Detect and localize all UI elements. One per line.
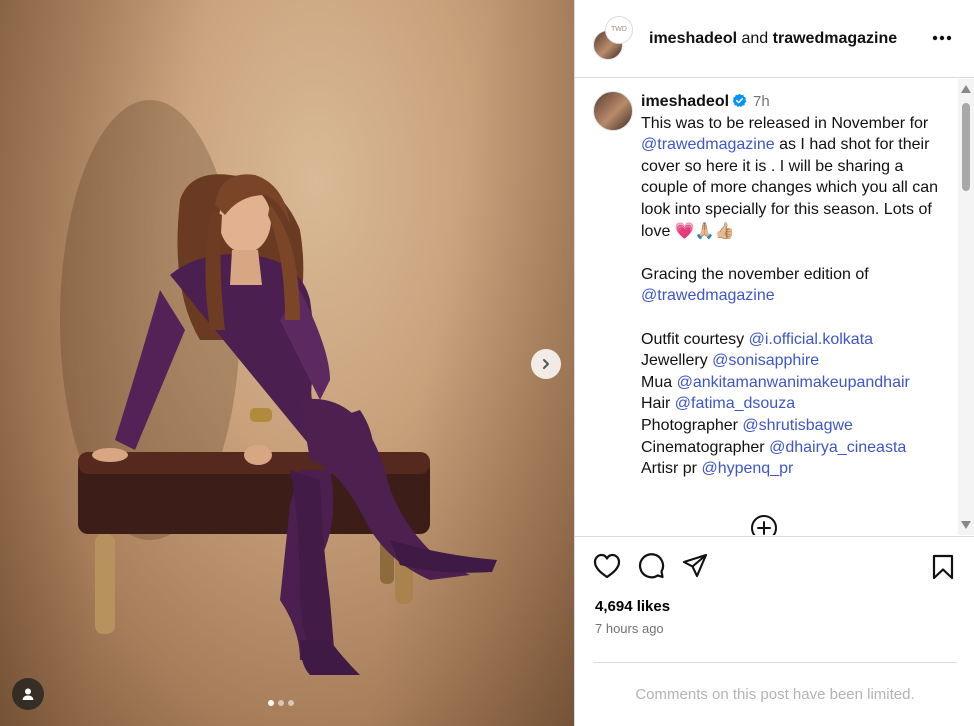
comment-icon (638, 553, 665, 579)
collab-avatars[interactable]: TWD (593, 15, 639, 62)
share-button[interactable] (681, 552, 709, 580)
post-media[interactable] (0, 0, 574, 726)
post-side-panel: TWD imeshadeol and trawedmagazine imesha… (574, 0, 974, 726)
credit-line: Artisr pr @hypenq_pr (641, 458, 941, 480)
scroll-up-arrow[interactable] (961, 85, 971, 93)
credit-line: Mua @ankitamanwanimakeupandhair (641, 372, 941, 394)
carousel-dot (268, 700, 274, 706)
caption: imeshadeol 7h This was to be released in … (593, 91, 953, 480)
credit-line: Hair @fatima_dsouza (641, 393, 941, 415)
post-header-title: imeshadeol and trawedmagazine (649, 30, 897, 48)
comment-button[interactable] (637, 552, 665, 580)
mention-link[interactable]: @trawedmagazine (641, 136, 775, 153)
scroll-thumb[interactable] (962, 103, 970, 191)
bookmark-icon (932, 554, 954, 580)
more-options-button[interactable] (932, 28, 952, 46)
header-and: and (741, 29, 769, 47)
caption-time: 7h (753, 93, 770, 110)
post-timestamp[interactable]: 7 hours ago (575, 621, 974, 636)
post-actions: 4,694 likes 7 hours ago (575, 536, 974, 636)
mention-link[interactable]: @sonisapphire (712, 352, 819, 369)
credit-line: Jewellery @sonisapphire (641, 350, 941, 372)
comments-scrollbar[interactable] (958, 79, 974, 535)
caption-username[interactable]: imeshadeol (641, 93, 729, 110)
likes-count[interactable]: 4,694 likes (575, 595, 974, 619)
caption-text: This was to be released in November for … (641, 113, 941, 243)
collab-avatar[interactable]: TWD (605, 15, 633, 44)
mention-link[interactable]: @fatima_dsouza (675, 395, 795, 412)
post-photo (60, 100, 497, 675)
credit-label: Photographer (641, 416, 743, 434)
load-more-comments-button[interactable] (750, 514, 778, 535)
caption-emoji: 💗🙏🏼👍🏼 (674, 222, 735, 240)
verified-icon (732, 93, 747, 108)
credit-label: Hair (641, 395, 675, 413)
mention-link[interactable]: @shrutisbagwe (742, 417, 853, 434)
mention-link[interactable]: @dhairya_cineasta (769, 439, 906, 456)
caption-text-part: This was to be released in November for (641, 114, 929, 132)
mention-link[interactable]: @ankitamanwanimakeupandhair (677, 374, 910, 391)
mention-link[interactable]: @hypenq_pr (701, 460, 793, 477)
caption-avatar[interactable] (593, 91, 633, 131)
collab-avatar-text: TWD (611, 26, 627, 33)
credit-label: Cinematographer (641, 438, 770, 456)
credit-label: Mua (641, 373, 677, 391)
action-icons (575, 537, 974, 595)
share-icon (682, 553, 708, 578)
mention-link[interactable]: @trawedmagazine (641, 285, 941, 307)
credit-label: Artisr pr (641, 460, 702, 478)
comments-section[interactable]: imeshadeol 7h This was to be released in … (575, 79, 974, 535)
chevron-right-icon (543, 359, 549, 369)
carousel-dot (278, 700, 284, 706)
save-button[interactable] (931, 554, 955, 585)
heart-icon (593, 553, 621, 579)
caption-edition-text: Gracing the november edition of (641, 265, 869, 283)
user-tag-icon (22, 688, 34, 700)
comments-limited-notice: Comments on this post have been limited. (593, 662, 957, 726)
credit-line: Cinematographer @dhairya_cineasta (641, 437, 941, 459)
credit-label: Outfit courtesy (641, 330, 749, 348)
scroll-down-arrow[interactable] (961, 521, 971, 529)
credit-line: Outfit courtesy @i.official.kolkata (641, 329, 941, 351)
header-collab-username[interactable]: trawedmagazine (773, 30, 897, 47)
credit-line: Photographer @shrutisbagwe (641, 415, 941, 437)
more-icon (932, 35, 952, 41)
credit-label: Jewellery (641, 352, 713, 370)
carousel-indicator (268, 700, 294, 706)
mention-link[interactable]: @i.official.kolkata (749, 331, 873, 348)
plus-circle-icon (751, 515, 777, 535)
next-image-button[interactable] (531, 349, 561, 379)
header-username[interactable]: imeshadeol (649, 30, 737, 47)
like-button[interactable] (593, 553, 621, 579)
tagged-users-button[interactable] (12, 678, 44, 710)
carousel-dot (288, 700, 294, 706)
caption-body: imeshadeol 7h This was to be released in … (641, 91, 941, 480)
post-header: TWD imeshadeol and trawedmagazine (575, 0, 974, 78)
